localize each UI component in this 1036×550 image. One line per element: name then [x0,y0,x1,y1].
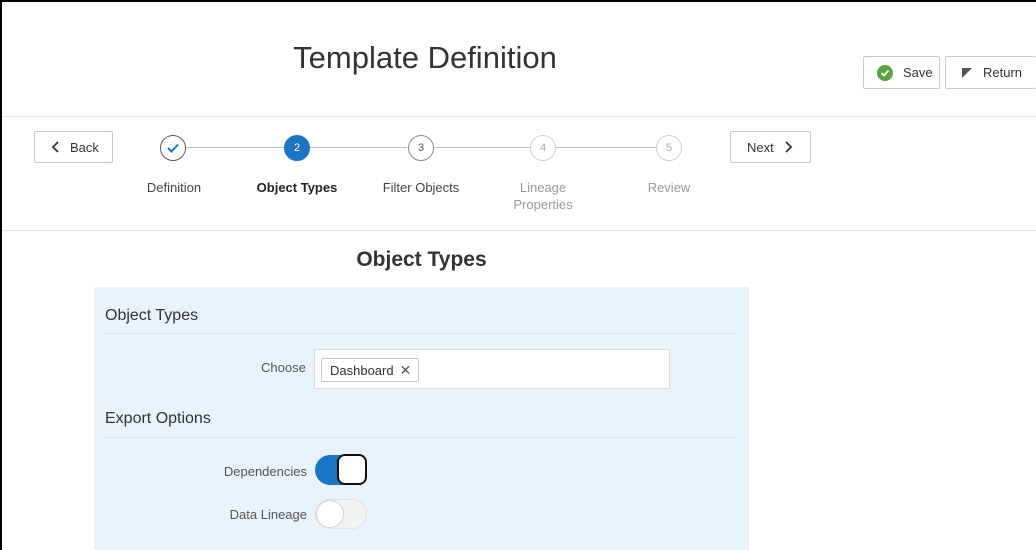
step-number: 5 [665,142,673,154]
toggle-knob [316,500,344,528]
step-label-review: Review [647,180,691,195]
step-number: 4 [539,142,547,154]
return-button-label: Return [983,65,1023,80]
chip-label: Dashboard [330,362,394,378]
data-lineage-label: Data Lineage [229,507,307,522]
object-types-panel: Object Types Choose Dashboard ✕ Export O… [94,287,749,550]
dependencies-label: Dependencies [223,464,307,479]
step-label-lineage-properties: Lineage Properties [513,180,573,212]
step-number: 2 [293,142,301,154]
train-step-object-types[interactable]: 2 [284,135,310,161]
save-button-label: Save [903,65,933,80]
section-title: Object Types [356,248,487,271]
toggle-knob [337,454,367,485]
object-types-group-title: Object Types [105,307,199,324]
step-label-filter-objects[interactable]: Filter Objects [371,179,471,196]
next-button[interactable]: Next [730,131,811,163]
train-connector [309,147,407,148]
chevron-left-icon [51,141,60,153]
train-divider [2,230,1036,231]
export-options-group-title: Export Options [105,410,211,427]
train-connector [186,147,284,148]
step-number: 3 [417,142,425,154]
train-step-definition[interactable] [160,135,186,161]
train-step-review: 5 [656,135,682,161]
next-button-label: Next [747,139,774,155]
dependencies-toggle[interactable] [315,454,367,485]
back-button-label: Back [70,139,99,155]
return-arrow-icon [961,67,973,79]
selected-chip-dashboard: Dashboard ✕ [321,358,420,382]
train-connector [432,147,530,148]
chevron-right-icon [784,141,793,153]
train-step-lineage-properties: 4 [530,135,556,161]
page-title: Template Definition [293,40,557,75]
train-connector [555,147,656,148]
save-button[interactable]: Save [863,56,940,89]
group-divider [104,437,739,438]
check-circle-icon [877,64,893,81]
step-label-definition[interactable]: Definition [124,179,224,196]
object-types-select[interactable]: Dashboard ✕ [314,349,670,389]
step-label-object-types[interactable]: Object Types [247,179,347,196]
back-button[interactable]: Back [34,131,113,163]
train-step-filter-objects[interactable]: 3 [408,135,434,161]
return-button[interactable]: Return [945,56,1036,89]
choose-label: Choose [261,360,306,375]
header-divider [2,116,1036,117]
checkmark-icon [167,143,179,153]
group-divider [104,333,739,334]
remove-chip-icon[interactable]: ✕ [400,362,412,379]
data-lineage-toggle[interactable] [315,499,367,529]
